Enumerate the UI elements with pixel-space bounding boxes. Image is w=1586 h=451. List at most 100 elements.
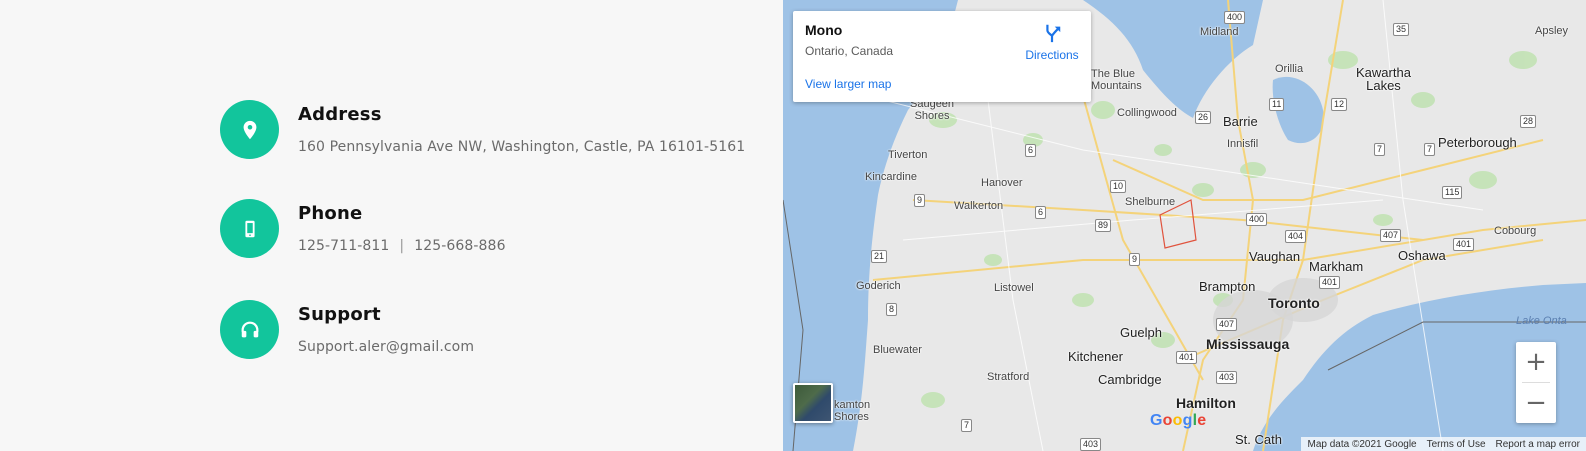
place-mississauga: Mississauga — [1206, 336, 1290, 352]
place-oshawa: Oshawa — [1398, 248, 1446, 263]
address-value: 160 Pennsylvania Ave NW, Washington, Cas… — [298, 139, 746, 155]
place-cambridge: Cambridge — [1098, 372, 1162, 387]
highway-shield: 403 — [1216, 371, 1238, 384]
map-place-title: Mono — [805, 22, 843, 38]
google-logo-letter: g — [1182, 412, 1193, 429]
google-logo-letter: e — [1197, 412, 1207, 429]
highway-shield: 7 — [961, 419, 973, 432]
place-kawartha-lakes: Kawartha Lakes — [1356, 65, 1411, 93]
place-apsley: Apsley — [1535, 25, 1569, 37]
phone-title: Phone — [298, 203, 363, 224]
google-logo-letter: o — [1172, 412, 1183, 429]
highway-shield: 21 — [871, 250, 888, 263]
highway-shield: 403 — [1080, 438, 1102, 451]
terms-of-use-link[interactable]: Terms of Use — [1427, 439, 1486, 450]
highway-shield: 26 — [1195, 111, 1212, 124]
place-the-blue-mountains: The Blue Mountains — [1091, 68, 1142, 92]
phone-number-1[interactable]: 125-711-811 — [298, 238, 389, 254]
report-map-error-link[interactable]: Report a map error — [1496, 439, 1580, 450]
place-kincardine: Kincardine — [865, 171, 917, 183]
highway-shield: 400 — [1246, 213, 1268, 226]
place-stratford: Stratford — [987, 371, 1030, 383]
place-vaughan: Vaughan — [1249, 249, 1301, 264]
satellite-layer-toggle[interactable] — [793, 383, 833, 423]
google-logo-letter: G — [1150, 412, 1163, 429]
place-innisfil: Innisfil — [1227, 138, 1259, 150]
phone-values: 125-711-811 | 125-668-886 — [298, 238, 506, 254]
contact-support: Support Support.aler@gmail.com — [220, 300, 474, 359]
place-brampton: Brampton — [1199, 279, 1256, 294]
highway-shield: 89 — [1095, 219, 1112, 232]
highway-shield: 6 — [1025, 144, 1037, 157]
support-icon-circle — [220, 300, 279, 359]
highway-shield: 10 — [1110, 180, 1127, 193]
phone-separator: | — [399, 238, 405, 254]
directions-icon — [1046, 24, 1061, 43]
place-kamton-shores: kamton Shores — [834, 399, 871, 423]
highway-shield: 401 — [1319, 276, 1341, 289]
highway-shield: 7 — [1424, 143, 1436, 156]
highway-shield: 8 — [886, 303, 898, 316]
place-walkerton: Walkerton — [954, 200, 1004, 212]
embedded-map[interactable]: Midland Apsley The Blue Mountains Orilli… — [783, 0, 1586, 451]
support-email[interactable]: Support.aler@gmail.com — [298, 339, 474, 355]
place-guelph: Guelph — [1120, 325, 1162, 340]
view-larger-map-link[interactable]: View larger map — [805, 77, 891, 91]
highway-shield: 401 — [1453, 238, 1475, 251]
google-logo: Google — [1150, 412, 1206, 430]
highway-shield: 9 — [1129, 253, 1141, 266]
place-midland: Midland — [1200, 26, 1239, 38]
highway-shield: 7 — [1374, 143, 1386, 156]
place-lake-ontario: Lake Onta — [1516, 315, 1567, 327]
highway-shield: 12 — [1331, 98, 1348, 111]
support-title: Support — [298, 304, 381, 325]
phone-number-2[interactable]: 125-668-886 — [414, 238, 505, 254]
map-info-card: Mono Ontario, Canada View larger map Dir… — [793, 11, 1091, 102]
place-barrie: Barrie — [1223, 114, 1258, 129]
place-bluewater: Bluewater — [873, 344, 922, 356]
smartphone-icon — [244, 220, 255, 237]
highway-shield: 404 — [1285, 230, 1307, 243]
highway-shield: 28 — [1520, 115, 1537, 128]
place-st-catharines: St. Cath — [1235, 432, 1282, 447]
zoom-controls: + − — [1516, 342, 1556, 423]
google-logo-letter: o — [1162, 412, 1173, 429]
highway-shield: 400 — [1224, 11, 1246, 24]
highway-shield: 115 — [1442, 186, 1463, 199]
contact-address: Address 160 Pennsylvania Ave NW, Washing… — [220, 100, 745, 159]
address-title: Address — [298, 104, 382, 125]
contact-info-panel: Address 160 Pennsylvania Ave NW, Washing… — [0, 0, 783, 451]
place-collingwood: Collingwood — [1117, 107, 1177, 119]
directions-label: Directions — [1025, 48, 1079, 62]
highway-shield: 11 — [1269, 98, 1285, 111]
location-pin-icon — [243, 120, 256, 139]
place-cobourg: Cobourg — [1494, 225, 1537, 237]
phone-icon-circle — [220, 199, 279, 258]
highway-shield: 401 — [1176, 351, 1198, 364]
map-place-address: Ontario, Canada — [805, 44, 894, 58]
zoom-in-button[interactable]: + — [1516, 342, 1556, 382]
directions-button[interactable]: Directions — [1017, 22, 1087, 62]
place-shelburne: Shelburne — [1125, 196, 1176, 208]
place-toronto: Toronto — [1268, 295, 1320, 311]
place-goderich: Goderich — [856, 280, 901, 292]
map-data-credit: Map data ©2021 Google — [1307, 438, 1417, 450]
map-attribution-bar: Map data ©2021 Google Terms of Use Repor… — [1301, 437, 1586, 451]
highway-shield: 6 — [1035, 206, 1047, 219]
zoom-out-button[interactable]: − — [1516, 383, 1556, 423]
address-icon-circle — [220, 100, 279, 159]
place-listowel: Listowel — [994, 282, 1034, 294]
headphones-icon — [241, 321, 258, 337]
highway-shield: 407 — [1380, 229, 1402, 242]
place-kitchener: Kitchener — [1068, 349, 1123, 364]
place-orillia: Orillia — [1275, 63, 1304, 75]
place-markham: Markham — [1309, 259, 1364, 274]
place-tiverton: Tiverton — [888, 149, 928, 161]
place-peterborough: Peterborough — [1438, 135, 1517, 150]
place-hanover: Hanover — [981, 177, 1023, 189]
highway-shield: 35 — [1393, 23, 1410, 36]
highway-shield: 9 — [914, 194, 926, 207]
contact-phone: Phone 125-711-811 | 125-668-886 — [220, 199, 506, 258]
place-hamilton: Hamilton — [1176, 395, 1236, 411]
highway-shield: 407 — [1216, 318, 1238, 331]
